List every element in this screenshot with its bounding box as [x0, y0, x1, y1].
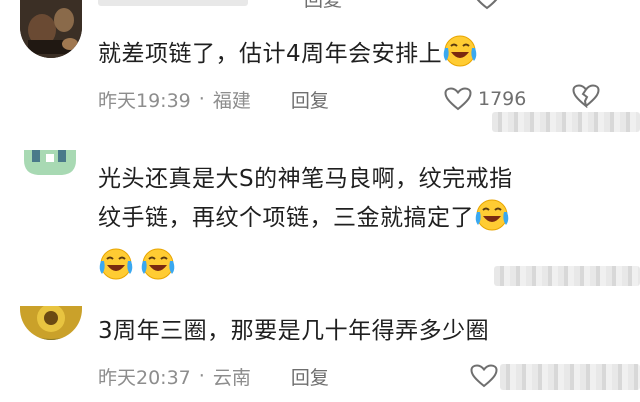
emoji-laugh-cry-icon — [443, 35, 477, 67]
comment-meta: 昨天20:37 · 云南 回复 — [98, 361, 329, 391]
comment-time: 昨天19:39 — [98, 89, 191, 112]
comment-meta: 昨天19:39 · 福建 回复 — [98, 84, 329, 114]
heart-icon — [470, 364, 498, 388]
comment-body: 就差项链了，估计4周年会安排上 — [98, 41, 443, 67]
reply-button[interactable]: 回复 — [304, 0, 342, 12]
comment-text: 就差项链了，估计4周年会安排上 — [98, 34, 618, 73]
blurred-watermark — [494, 266, 640, 286]
comment-time: 昨天20:37 — [98, 366, 191, 389]
emoji-laugh-cry-icon — [99, 248, 133, 280]
like-count: 1796 — [478, 88, 527, 110]
blurred-watermark — [500, 364, 640, 390]
reply-button[interactable]: 回复 — [291, 363, 329, 390]
comment-line-2: 纹手链，再纹个项链，三金就搞定了 — [98, 198, 618, 237]
like-button[interactable] — [470, 361, 498, 391]
avatar[interactable] — [20, 0, 82, 58]
like-button[interactable]: 1796 — [444, 84, 526, 114]
dislike-button[interactable] — [572, 84, 600, 112]
comment-text: 3周年三圈，那要是几十年得弄多少圈 — [98, 312, 618, 350]
comment-body: 3周年三圈，那要是几十年得弄多少圈 — [98, 318, 490, 344]
comment-line: 纹手链，再纹个项链，三金就搞定了 — [98, 205, 474, 231]
heart-icon — [444, 87, 472, 111]
comment-location: 福建 — [212, 89, 251, 112]
avatar[interactable] — [20, 306, 82, 340]
blurred-meta — [98, 0, 248, 6]
avatar[interactable] — [22, 150, 78, 176]
like-heart-icon[interactable] — [474, 0, 500, 14]
broken-heart-icon — [572, 84, 600, 109]
blurred-watermark — [492, 112, 640, 132]
emoji-laugh-cry-icon — [475, 199, 509, 231]
reply-button[interactable]: 回复 — [291, 86, 329, 113]
top-fragment-row: 回复 — [98, 0, 342, 12]
emoji-laugh-cry-icon — [141, 248, 175, 280]
comment-line: 光头还真是大S的神笔马良啊，纹完戒指 — [98, 166, 513, 192]
comment-location: 云南 — [212, 366, 251, 389]
